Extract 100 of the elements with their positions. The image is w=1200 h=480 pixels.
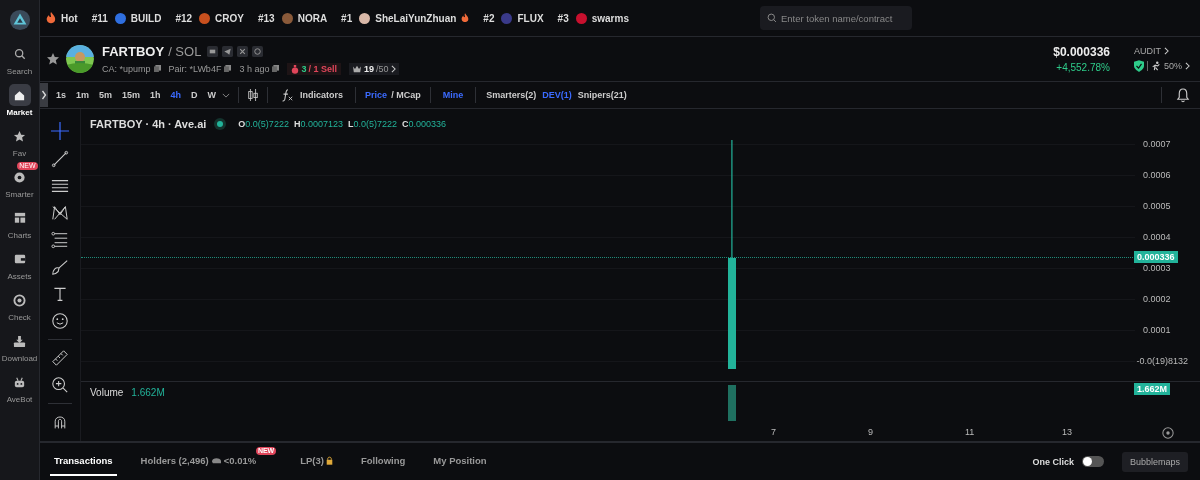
bottom-tab[interactable]: Following	[357, 447, 410, 476]
axis-label: 0.0001	[1143, 325, 1172, 335]
logo-icon[interactable]	[8, 9, 31, 31]
telegram-icon[interactable]	[222, 45, 234, 57]
bell-icon[interactable]	[1176, 87, 1190, 103]
trending-token[interactable]: #3 swarms	[557, 12, 629, 24]
chevron-right-icon	[1164, 47, 1169, 55]
volume-bar	[728, 385, 736, 421]
volume-value: 1.662M	[131, 387, 165, 398]
nav-item[interactable]: Fav	[0, 121, 39, 162]
axis-label: 0.0004	[1143, 232, 1172, 242]
trending-token[interactable]: #12 CROY	[175, 12, 244, 24]
settings-icon[interactable]	[1162, 427, 1174, 439]
interval-tab[interactable]: 1m	[72, 90, 94, 100]
price-mode-toggle[interactable]: / MCap	[390, 90, 422, 100]
nav-item[interactable]: Check	[0, 285, 39, 326]
mine-toggle[interactable]: Mine	[438, 90, 468, 100]
pattern-tool-icon[interactable]	[51, 204, 69, 222]
zoom-in-icon[interactable]	[51, 376, 69, 394]
trader-filter[interactable]: DEV(1)	[540, 90, 574, 100]
emoji-icon[interactable]	[51, 312, 69, 330]
trader-filter[interactable]: Smarters(2)	[484, 90, 539, 100]
interval-tab[interactable]: D	[187, 90, 202, 100]
indicators-button[interactable]: Indicators	[276, 88, 348, 102]
brush-icon[interactable]	[51, 258, 69, 276]
trader-filter[interactable]: Snipers(21)	[575, 90, 629, 100]
magnet-icon[interactable]	[52, 413, 68, 431]
one-click-label: One Click	[1032, 456, 1074, 467]
bottom-tab[interactable]: Transactions	[50, 447, 117, 476]
runner-icon	[1151, 61, 1161, 71]
caret-icon[interactable]	[222, 92, 231, 98]
x-icon[interactable]	[237, 45, 249, 57]
copy-icon[interactable]	[272, 65, 280, 72]
chevron-right-icon	[390, 64, 396, 73]
text-tool-icon[interactable]	[52, 285, 68, 303]
bubblemaps-button[interactable]: Bubblemaps	[1121, 451, 1188, 472]
axis-label: 0.0005	[1143, 201, 1172, 211]
nav-item[interactable]: Market	[0, 80, 39, 121]
star-icon	[13, 129, 26, 143]
nav-item[interactable]: Download	[0, 326, 39, 367]
bottom-tab[interactable]: My Position	[429, 447, 491, 476]
audit-score: 50%	[1164, 61, 1182, 71]
audit-link[interactable]: AUDIT	[1134, 46, 1190, 56]
home-icon	[13, 88, 26, 102]
ruler-icon[interactable]	[51, 349, 69, 367]
copy-icon[interactable]	[153, 65, 161, 72]
candlestick-icon[interactable]	[247, 88, 260, 102]
ohlc-value: O0.0(5)7222	[238, 119, 289, 129]
axis-label: 0.0002	[1143, 294, 1172, 304]
volume-label: Volume	[90, 387, 124, 398]
token-pair: / SOL	[168, 43, 202, 59]
interval-tab[interactable]: W	[203, 90, 221, 100]
pair-address: Pair: *LWb4F	[168, 63, 222, 74]
token-age: 3 h ago	[239, 63, 270, 74]
one-click-toggle[interactable]	[1081, 456, 1104, 467]
line-tool-icon[interactable]	[51, 150, 69, 168]
target-icon	[13, 170, 26, 184]
crown-icon	[351, 64, 362, 73]
star-icon[interactable]	[46, 52, 60, 66]
trade-count[interactable]: 3 / 1 Sell	[287, 62, 341, 75]
interval-tab[interactable]: 5m	[95, 90, 117, 100]
buy-count: 3	[301, 63, 307, 74]
lock-icon	[326, 456, 333, 465]
holders-top: 19	[363, 63, 374, 74]
money-bag-icon	[291, 63, 300, 74]
trending-token[interactable]: #1 SheLaiYunZhuan	[341, 12, 470, 24]
price-mode-toggle[interactable]: Price	[364, 90, 389, 100]
price-change: +4,552.78%	[1056, 62, 1110, 73]
interval-tab[interactable]: 1h	[146, 90, 165, 100]
fibonacci-icon[interactable]	[51, 231, 69, 249]
layout-icon	[13, 212, 26, 224]
trending-token[interactable]: #2 FLUX	[483, 12, 544, 24]
nav-item[interactable]: Charts	[0, 203, 39, 244]
trending-token[interactable]: #11 BUILD	[91, 12, 162, 24]
flame-icon	[46, 12, 56, 24]
download-icon	[13, 334, 26, 348]
parallel-lines-icon[interactable]	[50, 177, 70, 195]
interval-tab[interactable]: 4h	[166, 90, 186, 100]
interval-tab[interactable]: 15m	[118, 90, 145, 100]
search-field[interactable]: Enter token name/contract	[759, 6, 912, 30]
interval-tab[interactable]: 1s	[52, 90, 70, 100]
flame-icon	[461, 13, 470, 23]
axis-label: 11	[965, 427, 975, 437]
nav-item[interactable]: AveBot	[0, 367, 39, 408]
ohlc-value: H0.0007123	[293, 119, 343, 129]
chevron-right-icon[interactable]	[1185, 62, 1190, 70]
wallet-icon	[13, 253, 26, 265]
nav-item[interactable]: Search	[0, 39, 39, 80]
trending-token[interactable]: #13 NORA	[257, 12, 328, 24]
token-name: FARTBOY	[102, 43, 165, 59]
nav-item[interactable]: Assets	[0, 244, 39, 285]
price-tag: 0.000336	[1134, 251, 1178, 263]
robot-icon	[13, 375, 26, 389]
copy-icon[interactable]	[224, 65, 232, 72]
bottom-tab[interactable]: LP(3)	[296, 447, 337, 476]
top-holders-count[interactable]: 19 /50	[348, 62, 399, 75]
shield-icon	[1134, 60, 1144, 72]
expand-handle-icon[interactable]	[40, 83, 48, 107]
website-icon[interactable]	[207, 45, 219, 57]
axis-label: 0.0006	[1143, 170, 1172, 180]
